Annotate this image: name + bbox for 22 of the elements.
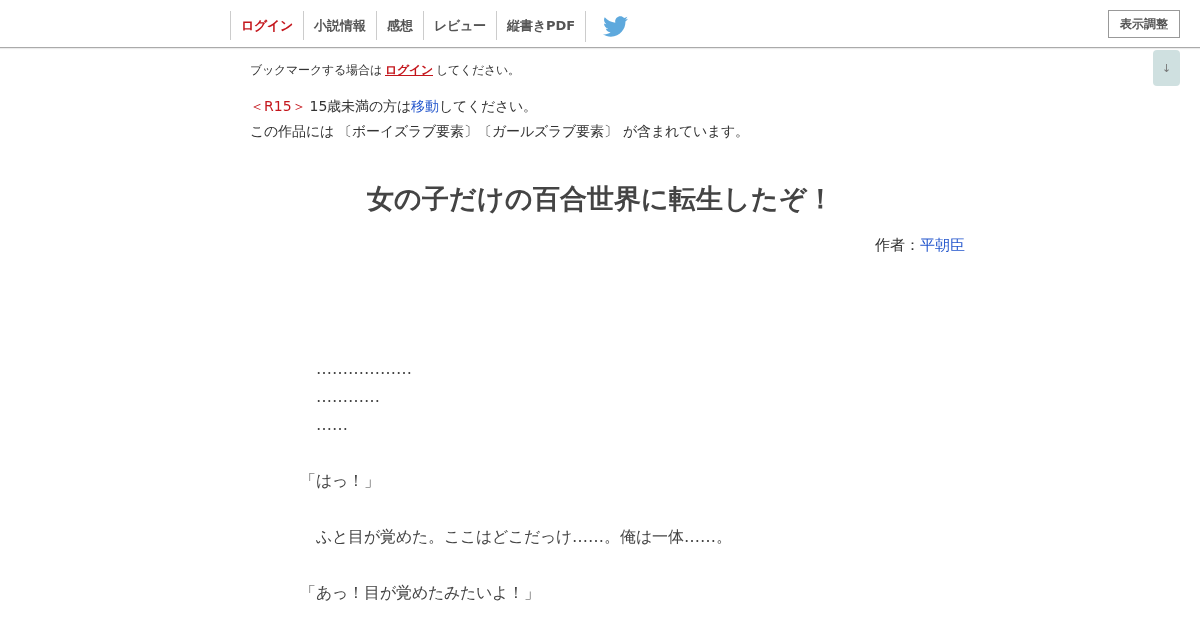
author-link[interactable]: 平朝臣: [920, 233, 965, 257]
author-label: 作者：: [875, 235, 920, 256]
body-text: ……: [315, 414, 348, 436]
nav-link[interactable]: 小説情報: [303, 11, 376, 40]
nav-link[interactable]: レビュー: [423, 11, 496, 40]
body-text: ………………: [315, 358, 412, 380]
rating-label: ＜R15＞: [250, 97, 306, 116]
nav-link[interactable]: 感想: [376, 11, 423, 40]
body-text: …………: [315, 386, 380, 408]
body-text: ふと目が覚めた。ここはどこだっけ……。俺は一体……。: [315, 526, 732, 548]
body-text: 「はっ！」: [300, 470, 380, 492]
bookmark-notice: ブックマークする場合は ログイン してください。: [250, 62, 521, 79]
nav-link[interactable]: ログイン: [230, 11, 303, 40]
content-warning: この作品には 〔ボーイズラブ要素〕〔ガールズラブ要素〕 が含まれています。: [250, 122, 749, 141]
novel-title: 女の子だけの百合世界に転生したぞ！: [366, 182, 835, 216]
display-settings-button[interactable]: 表示調整: [1108, 10, 1180, 38]
move-link[interactable]: 移動: [411, 98, 440, 114]
nav-link[interactable]: 縦書きPDF: [496, 11, 586, 40]
age-notice: 15歳未満の方は移動 してください。: [309, 97, 538, 116]
login-link[interactable]: ログイン: [385, 63, 433, 77]
bird-icon[interactable]: [603, 14, 629, 39]
body-text: 「あっ！目が覚めたみたいよ！」: [300, 582, 540, 604]
